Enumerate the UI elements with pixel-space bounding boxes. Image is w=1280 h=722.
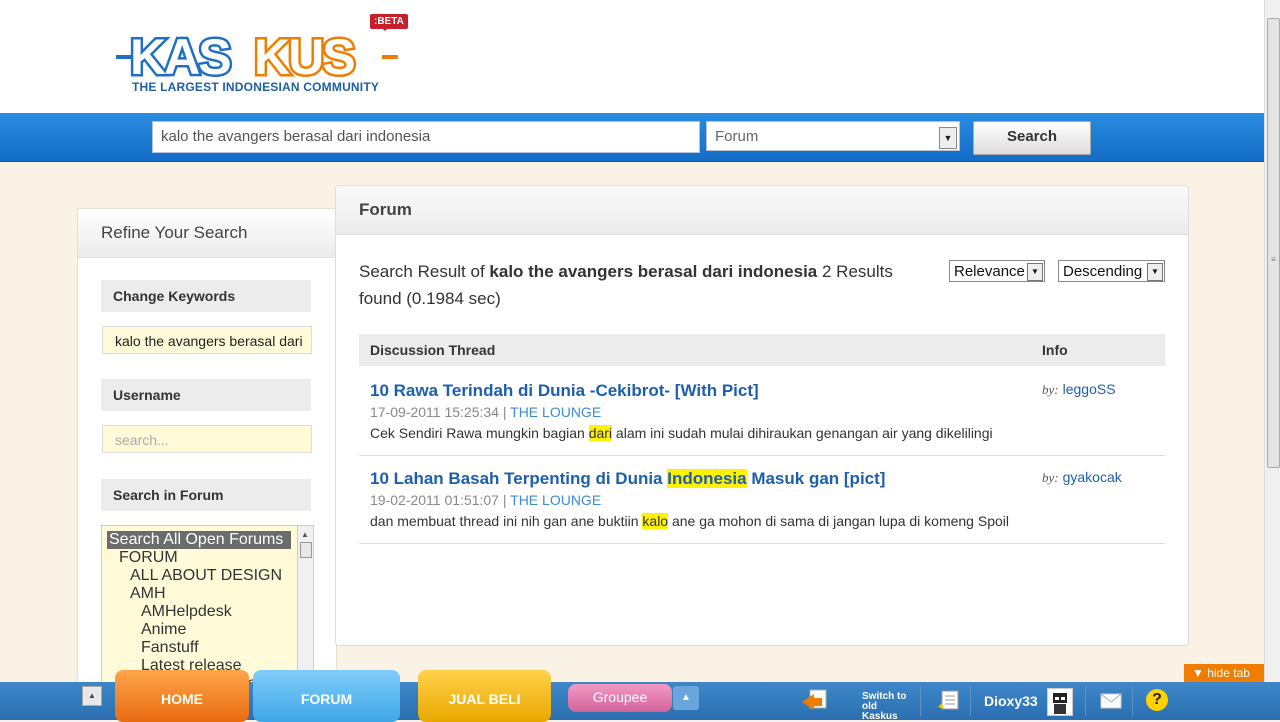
results-table-header: Discussion Thread Info	[359, 334, 1165, 366]
column-header-info: Info	[1042, 342, 1068, 358]
username-input[interactable]: search...	[102, 425, 312, 453]
by-label: by:	[1042, 382, 1059, 397]
scroll-thumb[interactable]	[300, 542, 312, 558]
thread-snippet: dan membuat thread ini nih gan ane bukti…	[370, 513, 1009, 529]
switch-icon	[802, 689, 827, 710]
search-category-select[interactable]: Forum ▼	[706, 121, 960, 151]
result-row: 10 Rawa Terindah di Dunia -Cekibrot- [Wi…	[359, 367, 1165, 456]
by-label: by:	[1042, 470, 1059, 485]
thread-category-link[interactable]: THE LOUNGE	[510, 404, 601, 420]
results-section-title: Forum	[336, 186, 1188, 235]
forum-list-item[interactable]: AMH	[102, 585, 313, 603]
sort-order-value: Descending	[1063, 263, 1143, 280]
thread-title-link[interactable]: 10 Lahan Basah Terpenting di Dunia Indon…	[370, 469, 885, 489]
expand-up-icon[interactable]: ▲	[82, 686, 102, 706]
forum-list-scrollbar[interactable]: ▲	[297, 526, 313, 686]
sort-by-value: Relevance	[954, 263, 1025, 280]
thread-snippet: Cek Sendiri Rawa mungkin bagian dari ala…	[370, 425, 993, 441]
forum-list-item[interactable]: FORUM	[102, 549, 313, 567]
forum-list-select[interactable]: Search All Open Forums FORUM ALL ABOUT DES…	[101, 525, 314, 687]
beta-badge: :BETA	[370, 14, 408, 31]
bottom-toolbar: ▲ HOME FORUM JUAL BELI Groupee ▲ Switch …	[0, 670, 1280, 722]
sort-by-select[interactable]: Relevance ▼	[949, 260, 1045, 282]
forum-list-item[interactable]: Search All Open Forums	[107, 531, 291, 549]
chevron-down-icon[interactable]: ▼	[939, 127, 957, 149]
thread-meta: 17-09-2011 15:25:34 | THE LOUNGE	[370, 404, 602, 420]
page-scrollbar[interactable]: ≡	[1264, 0, 1280, 720]
snippet-highlight: dari	[588, 425, 613, 441]
result-row: 10 Lahan Basah Terpenting di Dunia Indon…	[359, 455, 1165, 544]
snippet-highlight: kalo	[642, 513, 669, 529]
username-label[interactable]: Dioxy33	[984, 693, 1038, 709]
refine-search-panel: Refine Your Search Change Keywords kalo …	[77, 208, 337, 689]
sort-order-select[interactable]: Descending ▼	[1058, 260, 1165, 282]
forum-list-item[interactable]: ALL ABOUT DESIGN	[102, 567, 313, 585]
column-header-thread: Discussion Thread	[370, 342, 496, 358]
forum-list-item[interactable]: Fanstuff	[102, 639, 313, 657]
result-summary: Search Result of kalo the avangers beras…	[359, 258, 919, 312]
chevron-down-icon[interactable]: ▼	[1147, 263, 1163, 281]
toolbar-divider	[920, 686, 921, 716]
search-category-value: Forum	[715, 128, 759, 145]
tab-home[interactable]: HOME	[115, 670, 249, 722]
summary-prefix: Search Result of	[359, 262, 490, 281]
scroll-up-icon[interactable]: ▲	[301, 530, 309, 539]
thread-author: by: leggoSS	[1042, 381, 1116, 398]
hide-tab-label: hide tab	[1207, 666, 1250, 680]
author-link[interactable]: leggoSS	[1063, 381, 1116, 397]
thread-date: 17-09-2011 15:25:34	[370, 404, 499, 420]
notes-icon[interactable]	[936, 689, 960, 713]
username-label: Username	[101, 379, 311, 411]
tab-groupee[interactable]: Groupee	[568, 684, 672, 712]
toolbar-divider	[1132, 686, 1133, 716]
hide-tab-button[interactable]: ▼ hide tab	[1184, 664, 1264, 682]
summary-query: kalo the avangers berasal dari indonesia	[489, 262, 818, 281]
mail-icon[interactable]	[1100, 693, 1122, 709]
thread-meta: 19-02-2011 01:51:07 | THE LOUNGE	[370, 492, 602, 508]
chevron-down-icon[interactable]: ▼	[1027, 263, 1043, 281]
avatar[interactable]	[1047, 688, 1073, 716]
search-button[interactable]: Search	[973, 121, 1091, 155]
title-highlight: Indonesia	[667, 469, 747, 488]
site-header: KAS KAS KUS KUS :BETA THE LARGEST INDONE…	[0, 0, 1264, 113]
change-keywords-label: Change Keywords	[101, 280, 311, 312]
help-icon[interactable]: ?	[1146, 689, 1168, 711]
kaskus-logo[interactable]: KAS KAS KUS KUS :BETA THE LARGEST INDONE…	[116, 14, 408, 96]
kaskus-logo-wordmark: KAS KAS KUS KUS	[116, 32, 398, 82]
keywords-input[interactable]: kalo the avangers berasal dari	[102, 326, 312, 354]
tab-forum[interactable]: FORUM	[253, 670, 400, 722]
results-panel: Forum Search Result of kalo the avangers…	[335, 185, 1189, 646]
forum-list-item[interactable]: AMHelpdesk	[102, 603, 313, 621]
tab-jual-beli[interactable]: JUAL BELI	[418, 670, 551, 722]
chevron-up-icon[interactable]: ▲	[673, 686, 699, 710]
thread-date: 19-02-2011 01:51:07	[370, 492, 499, 508]
svg-text:KAS: KAS	[130, 32, 230, 82]
forum-list-item[interactable]: Anime	[102, 621, 313, 639]
page-scroll-thumb[interactable]: ≡	[1267, 18, 1280, 468]
thread-category-link[interactable]: THE LOUNGE	[510, 492, 601, 508]
search-in-forum-label: Search in Forum	[101, 479, 311, 511]
search-input[interactable]: kalo the avangers berasal dari indonesia	[152, 121, 700, 153]
svg-text:KUS: KUS	[254, 32, 354, 82]
thread-author: by: gyakocak	[1042, 469, 1122, 486]
thread-title-link[interactable]: 10 Rawa Terindah di Dunia -Cekibrot- [Wi…	[370, 381, 759, 401]
toolbar-divider	[970, 686, 971, 716]
switch-old-label: Switch to old Kaskus	[862, 691, 907, 722]
logo-tagline: THE LARGEST INDONESIAN COMMUNITY	[132, 80, 380, 94]
switch-old-kaskus-button[interactable]: Switch to old Kaskus	[800, 686, 912, 722]
toolbar-divider	[1085, 686, 1086, 716]
top-search-bar: kalo the avangers berasal dari indonesia…	[0, 113, 1264, 162]
refine-title: Refine Your Search	[78, 209, 336, 258]
author-link[interactable]: gyakocak	[1063, 469, 1122, 485]
